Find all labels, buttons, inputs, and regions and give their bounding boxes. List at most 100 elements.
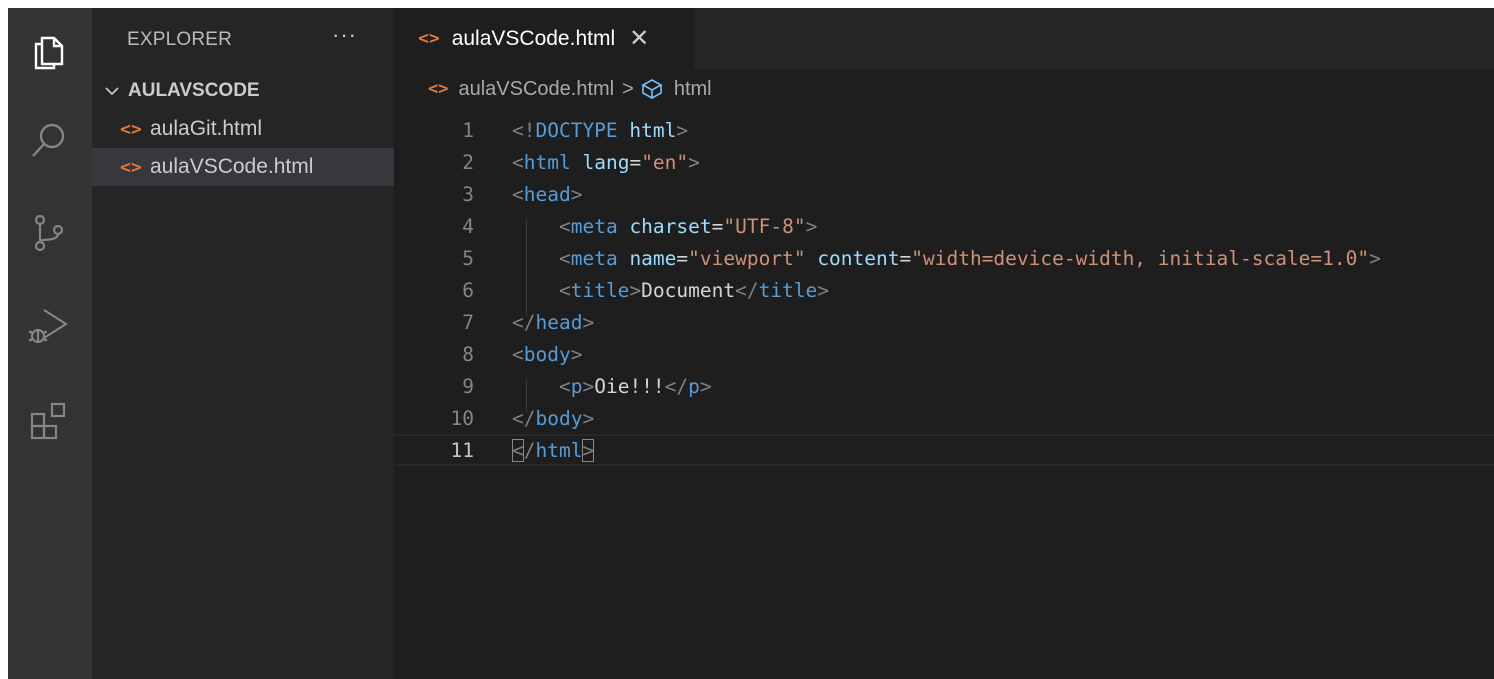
code-token: < bbox=[512, 342, 524, 366]
folder-row-aulavscode[interactable]: AULAVSCODE bbox=[92, 76, 394, 106]
tab-label: aulaVSCode.html bbox=[451, 26, 616, 50]
code-token: title bbox=[570, 278, 630, 302]
more-actions-icon[interactable]: ··· bbox=[332, 22, 357, 48]
code-line[interactable]: 6 <title>Document</title> bbox=[394, 274, 1494, 306]
code-token: html bbox=[629, 118, 677, 142]
code-token: "viewport" bbox=[688, 246, 806, 270]
code-token: "en" bbox=[641, 150, 689, 174]
breadcrumb-symbol[interactable]: html bbox=[674, 78, 712, 101]
code-token: head bbox=[535, 310, 583, 334]
code-token: <! bbox=[512, 118, 536, 142]
code-token: > bbox=[570, 182, 583, 206]
html-file-icon: <> bbox=[120, 156, 142, 178]
code-token: > bbox=[582, 406, 595, 430]
code-token: head bbox=[523, 182, 571, 206]
code-token: > bbox=[805, 214, 818, 238]
file-item-aulagit[interactable]: <> aulaGit.html bbox=[92, 110, 394, 148]
line-number: 4 bbox=[462, 214, 474, 238]
code-token: title bbox=[758, 278, 818, 302]
code-token: > bbox=[688, 150, 700, 174]
code-token: > bbox=[1369, 246, 1381, 270]
code-text: <title>Document</title> bbox=[512, 279, 829, 302]
line-number: 9 bbox=[462, 374, 474, 398]
code-line[interactable]: 10 </body> bbox=[394, 402, 1494, 434]
code-token: < bbox=[558, 374, 571, 398]
code-line[interactable]: 8 <body> bbox=[394, 338, 1494, 370]
code-token: body bbox=[523, 342, 571, 366]
code-line[interactable]: 7 </head> bbox=[394, 306, 1494, 338]
code-token: name bbox=[629, 246, 677, 270]
code-text: <html lang="en"> bbox=[512, 151, 700, 174]
code-token: > bbox=[817, 278, 830, 302]
code-line[interactable]: 3 <head> bbox=[394, 178, 1494, 210]
code-token: = bbox=[629, 150, 642, 174]
code-line[interactable]: 11 </html> bbox=[394, 434, 1494, 466]
code-token: meta bbox=[570, 246, 618, 270]
code-token: > bbox=[582, 310, 595, 334]
chevron-down-icon bbox=[105, 87, 119, 96]
code-token: > bbox=[582, 374, 595, 398]
code-line[interactable]: 9 <p>Oie!!!</p> bbox=[394, 370, 1494, 402]
code-line[interactable]: 4 <meta charset="UTF-8"> bbox=[394, 210, 1494, 242]
close-icon[interactable]: ✕ bbox=[629, 26, 649, 51]
symbol-cube-icon bbox=[640, 77, 664, 101]
line-number: 3 bbox=[462, 182, 474, 206]
code-token: body bbox=[535, 406, 583, 430]
code-token: < bbox=[558, 214, 571, 238]
source-control-icon[interactable] bbox=[24, 208, 74, 258]
code-text: </body> bbox=[512, 407, 594, 430]
code-line[interactable]: 1 <!DOCTYPE html> bbox=[394, 114, 1494, 146]
code-token: charset bbox=[629, 214, 712, 238]
html-file-icon: <> bbox=[120, 118, 142, 140]
code-token: "width=device-width, initial-scale=1.0" bbox=[911, 246, 1370, 270]
line-number: 5 bbox=[462, 246, 474, 270]
code-text: <!DOCTYPE html> bbox=[512, 119, 688, 142]
line-number: 10 bbox=[450, 406, 474, 430]
code-text: <head> bbox=[512, 183, 582, 206]
code-token: < bbox=[512, 438, 524, 462]
code-token: > bbox=[582, 438, 595, 462]
breadcrumb: <> aulaVSCode.html > html bbox=[394, 72, 1494, 106]
code-token: meta bbox=[570, 214, 618, 238]
file-item-aulavscode[interactable]: <> aulaVSCode.html bbox=[92, 148, 394, 186]
code-token: > bbox=[699, 374, 712, 398]
run-debug-icon[interactable] bbox=[24, 302, 74, 352]
code-text: <body> bbox=[512, 343, 582, 366]
line-number: 7 bbox=[462, 310, 474, 334]
code-token: < bbox=[512, 150, 524, 174]
code-token: Document bbox=[641, 278, 736, 302]
code-token: = bbox=[899, 246, 912, 270]
file-label: aulaVSCode.html bbox=[150, 155, 314, 178]
code-token: p bbox=[570, 374, 583, 398]
code-line[interactable]: 5 <meta name="viewport" content="width=d… bbox=[394, 242, 1494, 274]
file-label: aulaGit.html bbox=[150, 117, 263, 140]
code-token: < bbox=[558, 278, 571, 302]
code-token: = bbox=[676, 246, 689, 270]
code-line[interactable]: 2 <html lang="en"> bbox=[394, 146, 1494, 178]
code-token: = bbox=[711, 214, 724, 238]
search-icon[interactable] bbox=[24, 116, 74, 166]
breadcrumb-separator: > bbox=[622, 77, 634, 100]
code-token: </ bbox=[512, 310, 536, 334]
code-editor[interactable]: 1 <!DOCTYPE html> 2 <html lang="en"> 3 <head>… bbox=[394, 108, 1494, 679]
code-token: p bbox=[688, 374, 700, 398]
tab-aulavscode[interactable]: <> aulaVSCode.html ✕ bbox=[394, 8, 694, 69]
code-token: Oie!!! bbox=[594, 374, 665, 398]
code-token: < bbox=[512, 182, 524, 206]
files-icon[interactable] bbox=[24, 28, 74, 78]
code-token: </ bbox=[512, 406, 536, 430]
code-token: </ bbox=[664, 374, 689, 398]
code-token: html bbox=[523, 150, 571, 174]
extensions-icon[interactable] bbox=[24, 396, 74, 446]
code-token: lang bbox=[582, 150, 630, 174]
code-token: / bbox=[523, 438, 536, 462]
activity-bar bbox=[8, 8, 92, 679]
code-token: > bbox=[629, 278, 642, 302]
breadcrumb-file[interactable]: aulaVSCode.html bbox=[458, 78, 614, 101]
